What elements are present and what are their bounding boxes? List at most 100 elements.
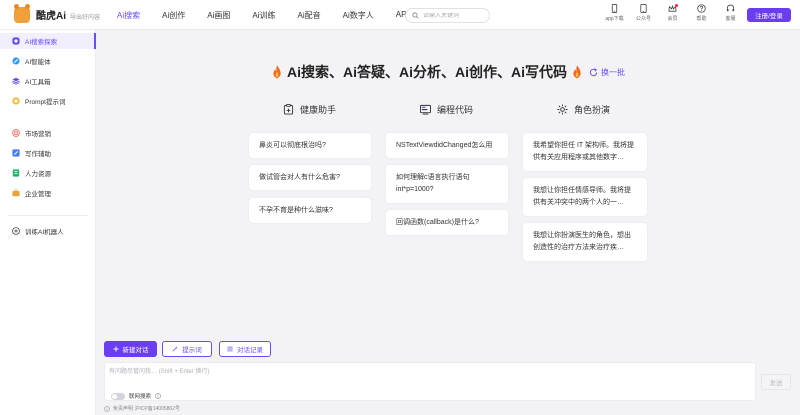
header-icons: app下载 公众号 会员 帮助 客服 xyxy=(600,4,745,22)
sidebar-item-label: 训练AI机器人 xyxy=(25,229,64,236)
card-text: NSTextViewdidChanged怎么用 xyxy=(396,142,493,149)
tiger-logo-icon xyxy=(14,3,30,23)
hr-icon xyxy=(12,169,20,177)
nav-ai-train[interactable]: Ai训练 xyxy=(252,10,275,21)
sidebar: AI搜索探索 AI智能体 AI工具箱 Prompt提示词 市场营销 写作辅助 人… xyxy=(0,30,96,415)
nav-ai-voice[interactable]: Ai配音 xyxy=(298,10,321,21)
sidebar-item-label: 写作辅助 xyxy=(25,151,51,158)
chat-history-label: 对话记录 xyxy=(237,347,263,354)
notification-dot xyxy=(675,4,678,7)
question-card[interactable]: 我想让你扮演医生的角色，想出创造性的治疗方法来治疗疾… xyxy=(523,223,647,261)
prompt-icon xyxy=(12,97,20,105)
sidebar-item-marketing[interactable]: 市场营销 xyxy=(0,125,96,141)
search-icon xyxy=(412,12,419,19)
nav-ai-draw[interactable]: Ai画图 xyxy=(207,10,230,21)
question-card[interactable]: 如何理解c语言执行语句int*p=1000? xyxy=(386,165,508,203)
question-card[interactable]: NSTextViewdidChanged怎么用 xyxy=(386,133,508,158)
question-card[interactable]: 鼻炎可以彻底根治吗? xyxy=(249,133,371,158)
app-download-label: app下载 xyxy=(605,16,624,22)
sidebar-divider xyxy=(8,215,88,216)
column-health: 健康助手 xyxy=(283,103,336,116)
web-search-toggle[interactable] xyxy=(111,392,125,400)
tablet-icon xyxy=(640,4,647,13)
briefcase-icon xyxy=(12,189,20,197)
refresh-button[interactable]: 换一批 xyxy=(589,67,625,78)
magic-wand-icon xyxy=(172,346,178,352)
list-icon xyxy=(227,346,233,352)
sidebar-item-label: 企业管理 xyxy=(25,191,51,198)
new-chat-label: 新建对话 xyxy=(122,347,149,354)
sidebar-item-label: AI工具箱 xyxy=(25,79,51,86)
column-title: 健康助手 xyxy=(300,105,337,115)
pen-icon xyxy=(12,149,20,157)
card-text: 回调函数(callback)是什么? xyxy=(396,219,479,226)
sidebar-item-label: 人力资源 xyxy=(25,171,51,178)
search-explore-icon xyxy=(12,37,20,45)
prompt-label: 提示词 xyxy=(182,347,202,354)
nav-ai-avatar[interactable]: Ai数字人 xyxy=(343,10,374,21)
search-box[interactable] xyxy=(405,8,490,23)
web-search-label: 联网搜索 xyxy=(129,394,152,400)
help-label: 帮助 xyxy=(696,16,707,22)
card-text: 我想让你扮演医生的角色，想出创造性的治疗方法来治疗疾… xyxy=(533,232,631,251)
question-card[interactable]: 不孕不育是种什么滋味? xyxy=(249,198,371,223)
card-text: 不孕不育是种什么滋味? xyxy=(259,207,333,214)
main-nav: Ai搜索 Ai创作 Ai画图 Ai训练 Ai配音 Ai数字人 API xyxy=(106,10,420,21)
help-button[interactable]: 帮助 xyxy=(687,4,716,22)
sidebar-item-ai-toolbox[interactable]: AI工具箱 xyxy=(0,73,96,89)
card-text: 我希望你担任 IT 架构师。我将提供有关应用程序或其他数字… xyxy=(533,142,634,161)
login-register-button[interactable]: 注册/登录 xyxy=(747,8,791,22)
health-icon xyxy=(283,104,294,115)
customer-service-button[interactable]: 客服 xyxy=(716,4,745,22)
sidebar-item-prompt[interactable]: Prompt提示词 xyxy=(0,93,96,109)
sidebar-item-ai-search-explore[interactable]: AI搜索探索 xyxy=(0,33,96,49)
plus-circle-icon xyxy=(12,227,20,235)
chat-input[interactable] xyxy=(109,366,749,380)
sidebar-item-writing[interactable]: 写作辅助 xyxy=(0,145,96,161)
top-header: 酷虎Ai 导出好内容 Ai搜索 Ai创作 Ai画图 Ai训练 Ai配音 Ai数字… xyxy=(0,0,800,30)
app-download-button[interactable]: app下载 xyxy=(600,4,629,22)
phone-icon xyxy=(611,4,618,13)
app-name: 酷虎Ai xyxy=(36,11,66,22)
hero-section: Ai搜索、Ai答疑、Ai分析、Ai创作、Ai写代码 换一批 xyxy=(96,62,800,82)
official-account-button[interactable]: 公众号 xyxy=(629,4,658,22)
target-icon xyxy=(12,129,20,137)
sidebar-item-label: AI搜索探索 xyxy=(25,39,58,46)
column-title: 编程代码 xyxy=(437,105,474,115)
prompt-button[interactable]: 提示词 xyxy=(162,341,212,357)
card-text: 做试管会对人有什么危害? xyxy=(259,174,340,181)
chat-history-button[interactable]: 对话记录 xyxy=(219,341,271,357)
toolbox-icon xyxy=(12,77,20,85)
card-text: 我想让你担任情感导师。我将提供有关冲突中的两个人的一… xyxy=(533,187,631,206)
help-icon xyxy=(697,4,706,13)
app-subtitle: 导出好内容 xyxy=(70,15,101,21)
plus-icon xyxy=(112,346,119,352)
sidebar-item-label: AI智能体 xyxy=(25,59,51,66)
send-button[interactable]: 发送 xyxy=(761,374,791,390)
column-roleplay: 角色扮演 xyxy=(557,103,610,116)
question-card[interactable]: 回调函数(callback)是什么? xyxy=(386,210,508,235)
new-chat-button[interactable]: 新建对话 xyxy=(104,341,157,357)
flame-icon xyxy=(273,65,281,79)
search-input[interactable] xyxy=(423,12,488,19)
question-card[interactable]: 我想让你担任情感导师。我将提供有关冲突中的两个人的一… xyxy=(523,178,647,216)
refresh-label: 换一批 xyxy=(601,67,625,77)
vip-button[interactable]: 会员 xyxy=(658,4,687,22)
headset-icon xyxy=(726,4,735,12)
sidebar-item-train-robot[interactable]: 训练AI机器人 xyxy=(0,223,96,239)
nav-ai-create[interactable]: Ai创作 xyxy=(162,10,185,21)
nav-ai-search[interactable]: Ai搜索 xyxy=(117,10,140,21)
web-search-control: 联网搜索 xyxy=(111,392,161,400)
official-account-label: 公众号 xyxy=(635,16,651,22)
sidebar-item-hr[interactable]: 人力资源 xyxy=(0,165,96,181)
sidebar-item-enterprise[interactable]: 企业管理 xyxy=(0,185,96,201)
info-icon[interactable] xyxy=(155,393,161,399)
question-card[interactable]: 我希望你担任 IT 架构师。我将提供有关应用程序或其他数字… xyxy=(523,133,647,171)
footer-text[interactable]: 免责声明 沪ICP备14005862号 xyxy=(113,405,180,412)
question-card[interactable]: 做试管会对人有什么危害? xyxy=(249,165,371,190)
sidebar-item-ai-agent[interactable]: AI智能体 xyxy=(0,53,96,69)
agent-icon xyxy=(12,57,20,65)
flame-icon xyxy=(573,65,581,79)
info-icon xyxy=(104,405,110,412)
column-code: 编程代码 xyxy=(420,103,473,116)
